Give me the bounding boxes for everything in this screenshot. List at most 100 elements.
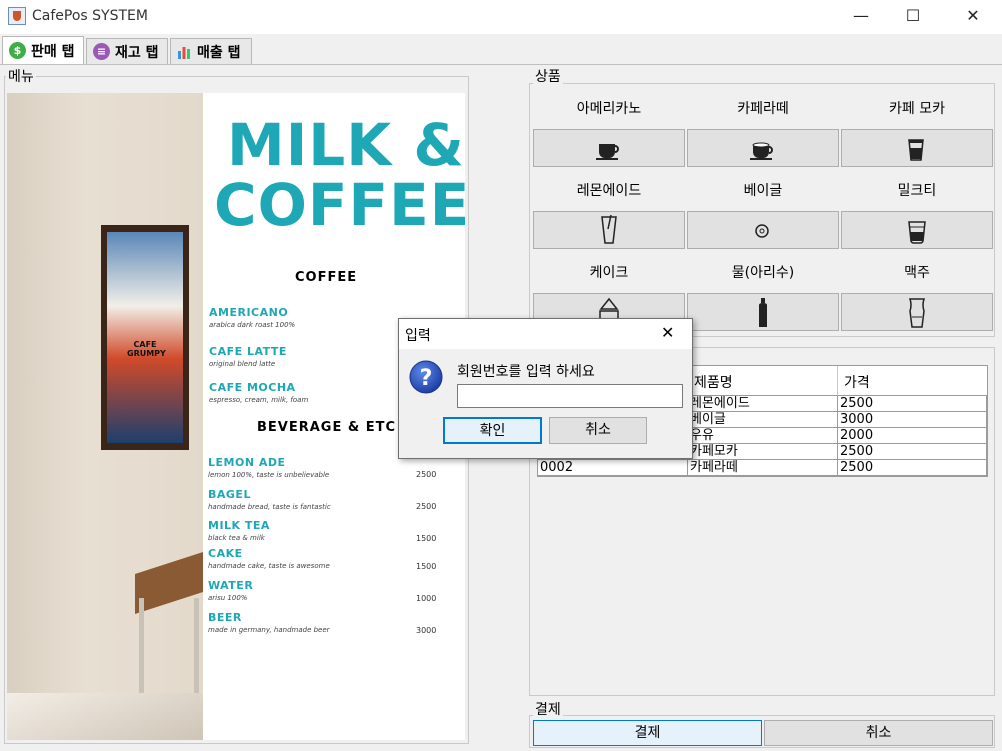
coffee-cup-icon: [596, 144, 619, 160]
mocha-glass-icon: [908, 139, 924, 161]
menu-item-price: 1500: [416, 534, 437, 543]
table-cell: 2500: [838, 460, 987, 476]
product-label: 레몬에이드: [576, 183, 642, 199]
table-cell: 3000: [838, 412, 987, 428]
menu-item-price: 2500: [416, 502, 437, 511]
menu-item-desc: made in germany, handmade beer: [208, 626, 330, 634]
product-label: 베이글: [743, 183, 783, 199]
menu-item-name: MILK TEA: [208, 519, 270, 532]
menu-item-desc: original blend latte: [209, 360, 276, 368]
poster-title-line1: MILK &: [227, 111, 465, 179]
tab-inventory-label: 재고 탭: [115, 44, 159, 61]
dialog-cancel-button[interactable]: 취소: [549, 417, 647, 444]
payment-panel-label: 결제: [533, 699, 563, 719]
maximize-button[interactable]: ☐: [890, 0, 936, 32]
dialog-message: 회원번호를 입력 하세요: [457, 364, 595, 380]
menu-item-desc: handmade bread, taste is fantastic: [208, 503, 331, 511]
product-label: 아메리카노: [576, 101, 642, 117]
product-button-water[interactable]: [687, 293, 839, 331]
column-header[interactable]: 제품명: [688, 366, 838, 396]
table-cell: 카페라떼: [688, 460, 838, 476]
product-label: 카페 모카: [889, 101, 945, 117]
product-label: 카페라떼: [737, 101, 789, 117]
tab-sales[interactable]: $ 판매 탭: [2, 36, 84, 64]
product-label: 케이크: [589, 265, 629, 281]
bagel-icon: [755, 224, 769, 238]
menu-poster: CAFE GRUMPY MILK & COFFEE COFFEE AMERICA…: [7, 93, 465, 740]
table-cell: 2500: [838, 396, 987, 412]
menu-item-price: 1000: [416, 594, 437, 603]
question-icon: ?: [409, 360, 443, 394]
menu-item-name: BEER: [208, 611, 242, 624]
menu-item-desc: lemon 100%, taste is unbelievable: [208, 471, 330, 479]
product-button-lemonade[interactable]: [533, 211, 685, 249]
member-input-dialog: 입력 ✕ ? 회원번호를 입력 하세요 확인 취소: [398, 318, 693, 459]
product-button-bagel[interactable]: [687, 211, 839, 249]
floor: [7, 693, 203, 740]
products-panel-label: 상품: [533, 66, 563, 86]
dollar-icon: $: [9, 42, 26, 59]
member-number-input[interactable]: [457, 384, 683, 408]
menu-item-name: CAKE: [208, 547, 243, 560]
tab-sales-label: 판매 탭: [31, 43, 75, 60]
menu-item-name: WATER: [208, 579, 254, 592]
menu-item-name: AMERICANO: [209, 306, 289, 319]
menu-item-price: 2500: [416, 470, 437, 479]
product-button-beer[interactable]: [841, 293, 993, 331]
tab-revenue-label: 매출 탭: [197, 44, 241, 61]
menu-panel-label: 메뉴: [6, 66, 36, 86]
dialog-title-bar: 입력 ✕: [399, 319, 692, 349]
list-icon: ≡: [93, 43, 110, 60]
tall-glass-icon: [601, 215, 617, 244]
ok-button[interactable]: 확인: [443, 417, 542, 444]
menu-item-price: 1500: [416, 562, 437, 571]
dialog-title: 입력: [405, 328, 431, 344]
menu-item-name: LEMON ADE: [208, 456, 286, 469]
window-title: CafePos SYSTEM: [32, 8, 148, 24]
product-label: 물(아리수): [731, 265, 795, 281]
wall-painting: CAFE GRUMPY: [101, 225, 189, 450]
product-label: 맥주: [904, 265, 930, 281]
menu-item-desc: arisu 100%: [208, 594, 248, 602]
bar-chart-icon: [178, 46, 190, 59]
java-icon: [8, 7, 26, 25]
painting-text: CAFE GRUMPY: [127, 340, 166, 358]
poster-title-line2: COFFEE: [214, 171, 465, 239]
column-header[interactable]: 가격: [838, 366, 987, 396]
cafe-photo: CAFE GRUMPY: [7, 93, 203, 740]
water-bottle-icon: [759, 298, 767, 327]
coffee-section-heading: COFFEE: [295, 270, 358, 285]
product-button-latte[interactable]: [687, 129, 839, 167]
product-button-americano[interactable]: [533, 129, 685, 167]
title-bar: CafePos SYSTEM — ☐ ✕: [0, 0, 1002, 34]
menu-item-desc: black tea & milk: [208, 534, 265, 542]
table-cell: 우유: [688, 428, 838, 444]
product-button-mocha[interactable]: [841, 129, 993, 167]
menu-item-name: BAGEL: [208, 488, 251, 501]
cancel-payment-button[interactable]: 취소: [764, 720, 993, 746]
table-cell: 0002: [538, 460, 688, 476]
close-button[interactable]: ✕: [950, 0, 996, 32]
menu-item-desc: arabica dark roast 100%: [209, 321, 296, 329]
table-cell: 2000: [838, 428, 987, 444]
dialog-close-button[interactable]: ✕: [661, 323, 674, 342]
beverage-section-heading: BEVERAGE & ETC: [257, 420, 397, 435]
table-cell: 카페모카: [688, 444, 838, 460]
menu-item-name: CAFE MOCHA: [209, 381, 296, 394]
tab-divider: [0, 64, 1002, 65]
tab-inventory[interactable]: ≡ 재고 탭: [86, 38, 168, 64]
tab-revenue[interactable]: 매출 탭: [170, 38, 252, 64]
menu-item-desc: handmade cake, taste is awesome: [208, 562, 330, 570]
minimize-button[interactable]: —: [838, 0, 884, 32]
pay-button[interactable]: 결제: [533, 720, 762, 746]
menu-item-name: CAFE LATTE: [209, 345, 287, 358]
table-cell: 베이글: [688, 412, 838, 428]
menu-item-price: 3000: [416, 626, 437, 635]
svg-text:?: ?: [420, 366, 433, 391]
latte-cup-icon: [750, 142, 773, 160]
milk-tea-icon: [908, 221, 926, 244]
table-cell: 2500: [838, 444, 987, 460]
product-button-milktea[interactable]: [841, 211, 993, 249]
product-label: 밀크티: [897, 183, 937, 199]
table-cell: 레몬에이드: [688, 396, 838, 412]
